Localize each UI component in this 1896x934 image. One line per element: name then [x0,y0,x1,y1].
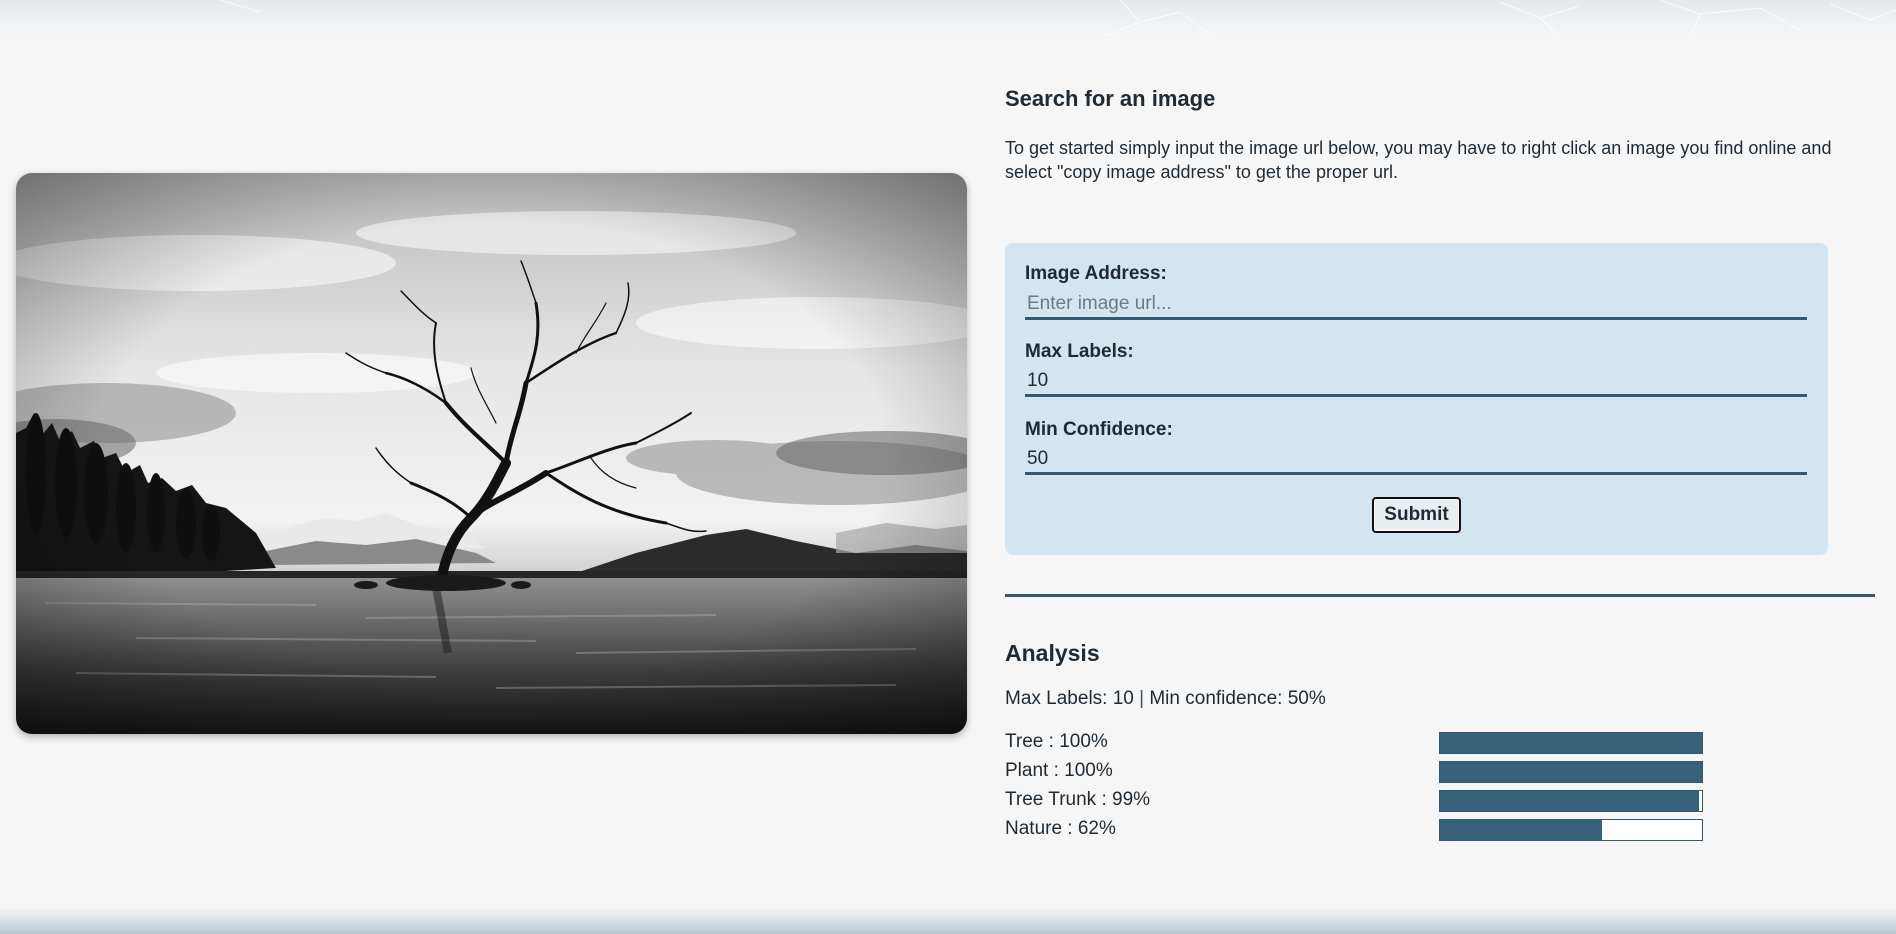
section-divider [1005,594,1875,597]
analysis-heading: Analysis [1005,640,1100,666]
result-label: Tree Trunk : 99% [1005,789,1151,810]
search-form: Image Address: Max Labels: Min Confidenc… [1005,243,1828,555]
confidence-bar [1439,732,1703,754]
result-label: Plant : 100% [1005,760,1113,781]
image-address-label: Image Address: [1025,263,1167,284]
photo-image [16,173,967,734]
min-confidence-label: Min Confidence: [1025,419,1173,440]
result-label: Nature : 62% [1005,818,1116,839]
result-row: Nature : 62% [1005,818,1875,842]
confidence-bar-fill [1440,733,1702,753]
result-label: Tree : 100% [1005,731,1108,752]
confidence-bar [1439,819,1703,841]
image-address-input[interactable] [1025,290,1807,320]
confidence-bar [1439,761,1703,783]
search-heading: Search for an image [1005,86,1216,111]
analysis-summary: Max Labels: 10 | Min confidence: 50% [1005,688,1326,710]
analyzed-photo [16,173,967,734]
confidence-bar [1439,790,1703,812]
min-confidence-input[interactable] [1025,445,1807,475]
footer-decoration [0,908,1896,934]
search-intro: To get started simply input the image ur… [1005,138,1832,182]
confidence-bar-fill [1440,791,1700,811]
max-labels-input[interactable] [1025,367,1807,397]
result-row: Tree Trunk : 99% [1005,789,1875,813]
summary-min-confidence: Min confidence: 50% [1149,688,1326,709]
confidence-bar-fill [1440,762,1702,782]
summary-max-labels: Max Labels: 10 [1005,688,1134,709]
summary-separator: | [1139,688,1145,709]
confidence-bar-fill [1440,820,1603,840]
result-row: Plant : 100% [1005,760,1875,784]
submit-button[interactable]: Submit [1372,497,1461,533]
result-row: Tree : 100% [1005,731,1875,755]
max-labels-label: Max Labels: [1025,341,1134,362]
header-decoration [0,0,1896,36]
